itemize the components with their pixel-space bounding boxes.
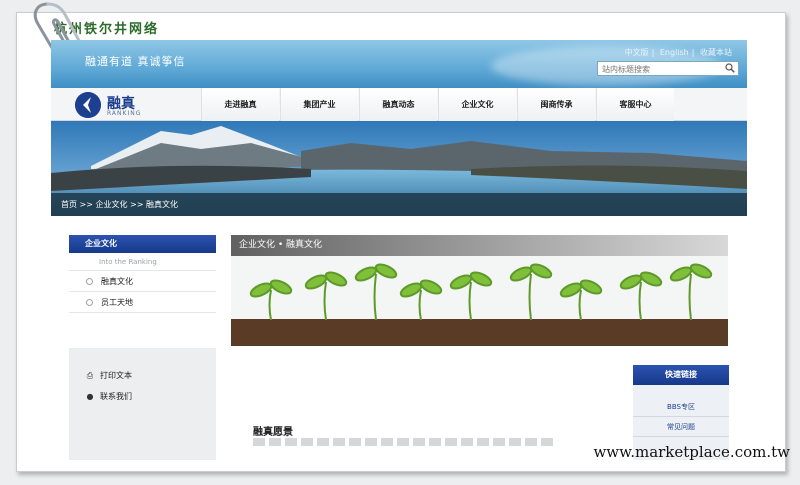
search-placeholder: 站内标题搜索 [602, 65, 650, 74]
link-english[interactable]: English [660, 48, 689, 57]
link-bookmark[interactable]: 收藏本站 [700, 48, 732, 57]
nav-item-service[interactable]: 客服中心 [596, 88, 674, 121]
search-input[interactable]: 站内标题搜索 [597, 61, 739, 76]
nav-item-news[interactable]: 融真动态 [359, 88, 437, 121]
printer-icon: ⎙ [86, 371, 94, 380]
top-header: 融通有道 真诚筝信 中文版 | English | 收藏本站 站内标题搜索 [51, 40, 747, 88]
content-header: 企业文化 • 融真文化 [231, 235, 728, 256]
sidebar-subtitle: Into the Ranking [69, 253, 216, 271]
logo-mark-icon [75, 92, 101, 118]
bullet-icon [86, 299, 93, 306]
sidebar-item-label: 融真文化 [101, 277, 133, 286]
main-nav: 融真 RANKING 走进融真 集团产业 融真动态 企业文化 闽商传承 客服中心 [51, 88, 747, 121]
link-chinese[interactable]: 中文版 [625, 48, 649, 57]
sidebar-item-staff[interactable]: 员工天地 [69, 292, 216, 313]
seedlings-image [231, 256, 728, 346]
contact-label: 联系我们 [100, 392, 132, 401]
watermark-bottom: www.marketplace.com.tw [593, 443, 790, 461]
nav-item-culture[interactable]: 企业文化 [438, 88, 516, 121]
bullet-icon [86, 278, 93, 285]
breadcrumb: 首页 >> 企业文化 >> 融真文化 [51, 193, 747, 216]
sidebar-item-culture[interactable]: 融真文化 [69, 271, 216, 292]
sidebar-item-label: 员工天地 [101, 298, 133, 307]
header-slogan: 融通有道 真诚筝信 [85, 55, 186, 68]
nav-item-industry[interactable]: 集团产业 [280, 88, 358, 121]
website-screenshot: 融通有道 真诚筝信 中文版 | English | 收藏本站 站内标题搜索 融真 R… [51, 40, 747, 460]
search-icon[interactable] [725, 63, 735, 73]
quick-link-bbs[interactable]: BBS专区 [633, 397, 729, 417]
logo-sub: RANKING [107, 110, 142, 117]
sidebar-tools: ⎙ 打印文本 ● 联系我们 [69, 348, 216, 460]
sidebar-title: 企业文化 [69, 235, 216, 253]
quick-links-title: 快速链接 [633, 365, 729, 385]
quick-link-faq[interactable]: 常见问题 [633, 417, 729, 437]
print-button[interactable]: ⎙ 打印文本 [85, 370, 132, 381]
nav-item-heritage[interactable]: 闽商传承 [517, 88, 595, 121]
logo[interactable]: 融真 RANKING [75, 92, 195, 118]
section-title: 融真愿景 [253, 427, 293, 438]
sidebar: 企业文化 Into the Ranking 融真文化 员工天地 [69, 235, 216, 313]
top-links: 中文版 | English | 收藏本站 [624, 48, 732, 57]
body-text-blurred [253, 438, 553, 446]
person-icon: ● [86, 392, 94, 401]
print-label: 打印文本 [100, 371, 132, 380]
nav-item-about[interactable]: 走进融真 [201, 88, 279, 121]
contact-button[interactable]: ● 联系我们 [85, 391, 133, 402]
